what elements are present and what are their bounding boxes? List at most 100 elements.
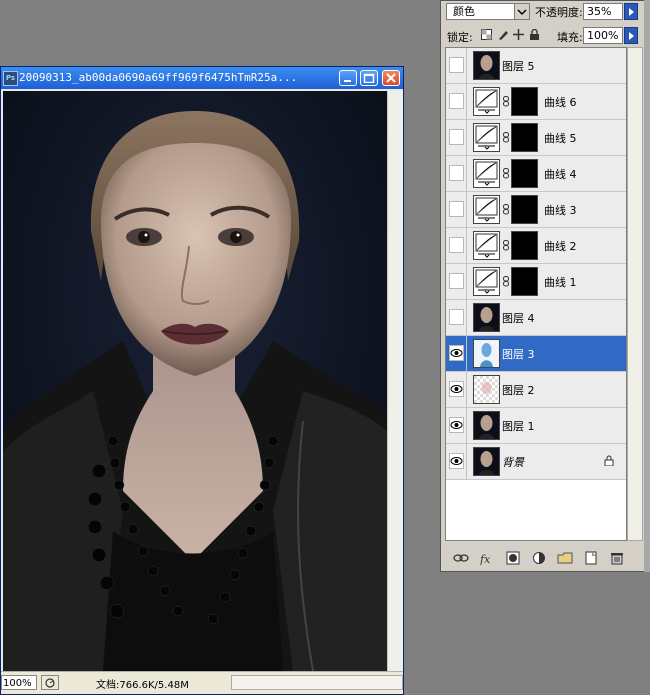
layer-row[interactable]: 图层 1 [446,408,626,444]
status-menu-button[interactable] [41,675,59,690]
layer-name: 曲线 3 [544,204,577,217]
layer-row[interactable]: 图层 4 [446,300,626,336]
layer-row[interactable]: 图层 5 [446,48,626,84]
mask-icon[interactable] [505,551,521,565]
curves-adjustment-icon [473,123,500,152]
curves-adjustment-icon [473,231,500,260]
fill-slider-button[interactable] [624,27,638,44]
document-size-info: 文档:766.6K/5.48M [96,680,189,691]
visibility-toggle[interactable] [449,201,464,217]
document-title-bar[interactable]: Ps 20090313_ab00da0690a69ff969f6475hTmR2… [1,67,403,89]
chain-link-icon[interactable] [503,168,509,179]
layer-thumbnail[interactable] [473,303,500,332]
document-window: Ps 20090313_ab00da0690a69ff969f6475hTmR2… [0,66,404,695]
maximize-button[interactable] [360,70,378,86]
layer-row[interactable]: 曲线 3 [446,192,626,228]
layer-row[interactable]: 背景 [446,444,626,480]
layer-mask-thumbnail[interactable] [511,267,538,296]
chain-link-icon[interactable] [503,204,509,215]
circle-arrow-icon [45,678,55,688]
layer-mask-thumbnail[interactable] [511,87,538,116]
blend-mode-value: 颜色 [453,5,475,18]
layer-thumbnail[interactable] [473,339,500,368]
lock-transparent-icon[interactable] [481,29,492,40]
minimize-button[interactable] [339,70,357,86]
layer-name: 图层 5 [502,60,535,73]
panel-edge [644,0,650,572]
curves-adjustment-icon [473,159,500,188]
layer-row[interactable]: 曲线 4 [446,156,626,192]
lock-icon [604,455,614,467]
trash-icon[interactable] [609,551,625,565]
layer-thumbnail[interactable] [473,447,500,476]
eye-icon [450,457,463,465]
layer-name: 曲线 6 [544,96,577,109]
layers-panel: 颜色 不透明度: 35% 锁定: 填充: 100% 图层 5 曲线 6 曲线 5 曲线… [440,0,646,572]
layer-name: 背景 [502,456,524,469]
curves-adjustment-icon [473,195,500,224]
fx-icon[interactable]: fx [479,551,495,565]
layer-list-scrollbar[interactable] [627,47,643,541]
status-bar: 100% 文档:766.6K/5.48M [1,671,403,694]
close-button[interactable] [382,70,400,86]
chain-link-icon[interactable] [503,276,509,287]
visibility-toggle[interactable] [449,417,464,433]
layer-name: 图层 3 [502,348,535,361]
new-layer-icon[interactable] [583,551,599,565]
photoshop-app-icon: Ps [3,71,18,86]
visibility-toggle[interactable] [449,57,464,73]
layer-row[interactable]: 曲线 2 [446,228,626,264]
fill-field[interactable]: 100% [583,27,623,44]
opacity-slider-button[interactable] [624,3,638,20]
layer-mask-thumbnail[interactable] [511,231,538,260]
fill-label: 填充: [557,31,583,44]
horizontal-scrollbar[interactable] [231,675,403,690]
visibility-toggle[interactable] [449,381,464,397]
layer-name: 图层 1 [502,420,535,433]
layer-row[interactable]: 图层 3 [446,336,626,372]
opacity-field[interactable]: 35% [583,3,623,20]
layer-thumbnail[interactable] [473,411,500,440]
layer-mask-thumbnail[interactable] [511,195,538,224]
maximize-icon [363,73,375,83]
visibility-toggle[interactable] [449,165,464,181]
visibility-toggle[interactable] [449,273,464,289]
layer-row[interactable]: 图层 2 [446,372,626,408]
blend-mode-select[interactable]: 颜色 [446,3,530,20]
portrait-image [3,91,387,671]
folder-icon[interactable] [557,551,573,565]
visibility-toggle[interactable] [449,237,464,253]
lock-move-icon[interactable] [513,29,524,40]
layer-mask-thumbnail[interactable] [511,159,538,188]
chain-link-icon[interactable] [503,132,509,143]
layer-row[interactable]: 曲线 5 [446,120,626,156]
vertical-scrollbar[interactable] [387,91,403,671]
layer-name: 曲线 2 [544,240,577,253]
layer-list: 图层 5 曲线 6 曲线 5 曲线 4 曲线 3 曲线 2 曲线 1 图层 4 图层 3 图层 2… [445,47,627,541]
layer-name: 图层 2 [502,384,535,397]
chain-link-icon[interactable] [503,240,509,251]
layer-name: 曲线 1 [544,276,577,289]
close-icon [386,73,396,83]
layer-mask-thumbnail[interactable] [511,123,538,152]
layer-row[interactable]: 曲线 1 [446,264,626,300]
chain-link-icon[interactable] [503,96,509,107]
image-canvas[interactable] [3,91,387,671]
layer-thumbnail[interactable] [473,375,500,404]
visibility-toggle[interactable] [449,345,464,361]
lock-brush-icon[interactable] [498,29,509,40]
visibility-toggle[interactable] [449,93,464,109]
visibility-toggle[interactable] [449,453,464,469]
layer-thumbnail[interactable] [473,51,500,80]
eye-icon [450,385,463,393]
layers-panel-footer: fx [441,547,645,571]
adjustment-icon[interactable] [531,551,547,565]
minimize-icon [344,80,351,82]
opacity-label: 不透明度: [535,6,583,19]
zoom-field[interactable]: 100% [1,675,37,690]
link-icon[interactable] [453,551,469,565]
lock-all-icon[interactable] [529,29,540,40]
visibility-toggle[interactable] [449,309,464,325]
layer-row[interactable]: 曲线 6 [446,84,626,120]
visibility-toggle[interactable] [449,129,464,145]
